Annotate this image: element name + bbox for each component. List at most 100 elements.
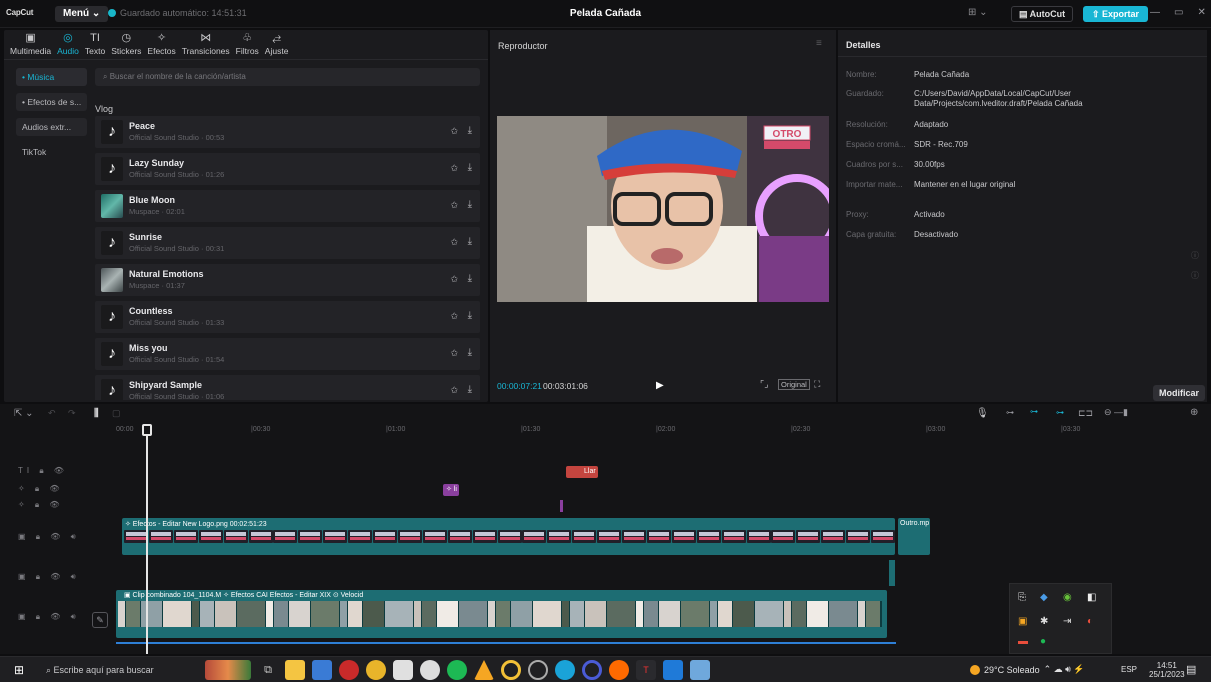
- drive-icon[interactable]: ◧: [1087, 592, 1096, 603]
- auto-snap-icon[interactable]: ⊶: [1030, 407, 1038, 416]
- song-item[interactable]: ♪ Shipyard Sample Official Sound Studio · …: [95, 375, 480, 400]
- info-icon[interactable]: ⓘ: [1191, 270, 1199, 281]
- sidebar-item[interactable]: Audios extr...: [16, 118, 87, 136]
- outro-clip[interactable]: Outro.mp: [898, 518, 930, 555]
- store-icon[interactable]: [312, 660, 332, 680]
- effect-track2-controls[interactable]: ✧ 🔒︎ 👁︎: [18, 500, 64, 510]
- language-indicator[interactable]: ESP: [1121, 665, 1137, 674]
- tray-app5-icon[interactable]: ◐: [1087, 616, 1093, 627]
- modify-button[interactable]: Modificar: [1153, 385, 1206, 401]
- song-search-input[interactable]: ⌕ Buscar el nombre de la canción/artista: [95, 68, 480, 86]
- notification-icon[interactable]: ▤: [1186, 663, 1196, 676]
- obs-icon[interactable]: [528, 660, 548, 680]
- player-menu-icon[interactable]: ≡: [816, 38, 822, 49]
- favorite-star-icon[interactable]: ✩: [450, 126, 458, 137]
- app-t-icon[interactable]: T: [636, 660, 656, 680]
- tab-multimedia[interactable]: ▣ Multimedia: [10, 30, 51, 59]
- playhead[interactable]: [146, 424, 148, 654]
- sidebar-item[interactable]: • Efectos de s...: [16, 93, 87, 111]
- song-item[interactable]: ♪ Countless Official Sound Studio · 01:33 ✩…: [95, 301, 480, 333]
- favorite-star-icon[interactable]: ✩: [450, 274, 458, 285]
- fit-icon[interactable]: ⌜⌟: [760, 379, 768, 390]
- magnet-link-icon[interactable]: ⊶: [1006, 408, 1014, 417]
- small-overlay-clip[interactable]: [889, 560, 895, 586]
- delete-icon[interactable]: ▢: [112, 408, 121, 419]
- download-icon[interactable]: ⤓: [468, 162, 472, 173]
- minimize-icon[interactable]: —: [1150, 7, 1160, 18]
- undo-icon[interactable]: ↶: [48, 408, 56, 419]
- favorite-star-icon[interactable]: ✩: [450, 311, 458, 322]
- favorite-star-icon[interactable]: ✩: [450, 237, 458, 248]
- whatsapp-icon[interactable]: [420, 660, 440, 680]
- download-icon[interactable]: ⤓: [468, 310, 472, 321]
- tray-app4-icon[interactable]: ⇥: [1063, 616, 1071, 627]
- opera-icon[interactable]: [339, 660, 359, 680]
- download-icon[interactable]: ⤓: [468, 125, 472, 136]
- favorite-star-icon[interactable]: ✩: [450, 348, 458, 359]
- effect-clip-marker[interactable]: [560, 500, 563, 512]
- taskbar-clock[interactable]: 14:51 25/1/2023: [1149, 661, 1185, 679]
- sidebar-item[interactable]: TikTok: [16, 143, 87, 161]
- overlay-track-controls[interactable]: ▣ 🔒︎ 👁︎ 🔊︎: [18, 532, 80, 542]
- microphone-icon[interactable]: 🎙︎: [976, 408, 989, 419]
- song-item[interactable]: Blue Moon Muspace · 02:01 ✩ ⤓: [95, 190, 480, 222]
- split-icon[interactable]: ⫼: [94, 408, 99, 419]
- spotify-tray-icon[interactable]: ●: [1040, 636, 1046, 647]
- effect-track-controls[interactable]: ✧ 🔒︎ 👁︎: [18, 484, 64, 494]
- windows-start-icon[interactable]: ⊞: [14, 663, 24, 677]
- chrome-icon[interactable]: [366, 660, 386, 680]
- link-icon[interactable]: ⊶: [1056, 408, 1064, 417]
- firefox-icon[interactable]: [609, 660, 629, 680]
- main-track-controls[interactable]: ▣ 🔒︎ 👁︎ 🔊︎: [18, 612, 80, 622]
- file-explorer-icon[interactable]: [285, 660, 305, 680]
- download-icon[interactable]: ⤓: [468, 199, 472, 210]
- song-item[interactable]: ♪ Lazy Sunday Official Sound Studio · 01:2…: [95, 153, 480, 185]
- browser-icon[interactable]: [582, 660, 602, 680]
- main-video-track[interactable]: ▣ Clip combinado 104_1104.M ✧ Efectos CA…: [116, 590, 887, 638]
- tab-audio[interactable]: ◎ Audio: [57, 30, 79, 59]
- nvidia-icon[interactable]: ◉: [1063, 592, 1072, 603]
- song-item[interactable]: ♪ Sunrise Official Sound Studio · 00:31 ✩ ⤓: [95, 227, 480, 259]
- download-icon[interactable]: ⤓: [468, 384, 472, 395]
- select-tool-icon[interactable]: ⇱ ⌄: [14, 408, 34, 419]
- vscode-icon[interactable]: [663, 660, 683, 680]
- tray-app3-icon[interactable]: ✱: [1040, 616, 1048, 627]
- usb-icon[interactable]: ⎘: [1018, 592, 1026, 603]
- tab-efectos[interactable]: ✧ Efectos: [147, 30, 175, 59]
- tab-stickers[interactable]: ◷ Stickers: [111, 30, 141, 59]
- app-x-icon[interactable]: [393, 660, 413, 680]
- overlay-track2-controls[interactable]: ▣ 🔒︎ 👁︎ 🔊︎: [18, 572, 80, 582]
- autocut-button[interactable]: ▤ AutoCut: [1011, 6, 1074, 22]
- app-ring-icon[interactable]: [501, 660, 521, 680]
- tray-app6-icon[interactable]: ▬: [1018, 636, 1028, 647]
- capcut-taskbar-icon[interactable]: [690, 660, 710, 680]
- tab-texto[interactable]: TI Texto: [85, 30, 105, 59]
- video-preview[interactable]: OTRO: [497, 116, 829, 302]
- app-tray-icon[interactable]: ◆: [1040, 592, 1048, 603]
- zoom-in-icon[interactable]: ⊕: [1190, 407, 1198, 418]
- layout-icon[interactable]: ⊞ ⌄: [968, 7, 988, 18]
- download-icon[interactable]: ⤓: [468, 236, 472, 247]
- taskbar-search[interactable]: ⌕ Escribe aquí para buscar: [40, 660, 195, 680]
- info-icon[interactable]: ⓘ: [1191, 250, 1199, 261]
- favorite-star-icon[interactable]: ✩: [450, 163, 458, 174]
- tray-icons[interactable]: ⌃ ☁ 🔊︎ ⚡: [1044, 664, 1085, 675]
- download-icon[interactable]: ⤓: [468, 273, 472, 284]
- text-track-controls[interactable]: TI 🔒︎ 👁︎: [18, 466, 68, 476]
- export-button[interactable]: ⇧ Exportar: [1083, 6, 1149, 22]
- fullscreen-icon[interactable]: ⛶: [814, 379, 820, 390]
- edit-cover-icon[interactable]: ✎: [92, 612, 108, 628]
- vlc-icon[interactable]: [474, 660, 494, 680]
- spotify-icon[interactable]: [447, 660, 467, 680]
- overlay-clip[interactable]: ✧ Efectos - Editar New Logo.png 00:02:51…: [122, 518, 895, 555]
- task-view-icon[interactable]: ⧉: [258, 660, 278, 680]
- redo-icon[interactable]: ↷: [68, 408, 76, 419]
- sidebar-item[interactable]: • Música: [16, 68, 87, 86]
- zoom-slider[interactable]: ⊖ —▮: [1104, 407, 1128, 418]
- weather-widget[interactable]: 29°C Soleado ⌃ ☁ 🔊︎ ⚡: [970, 664, 1085, 675]
- tab-ajuste[interactable]: ⥄ Ajuste: [265, 30, 289, 59]
- playhead-handle[interactable]: [142, 424, 152, 436]
- favorite-star-icon[interactable]: ✩: [450, 200, 458, 211]
- edge-icon[interactable]: [555, 660, 575, 680]
- favorite-star-icon[interactable]: ✩: [450, 385, 458, 396]
